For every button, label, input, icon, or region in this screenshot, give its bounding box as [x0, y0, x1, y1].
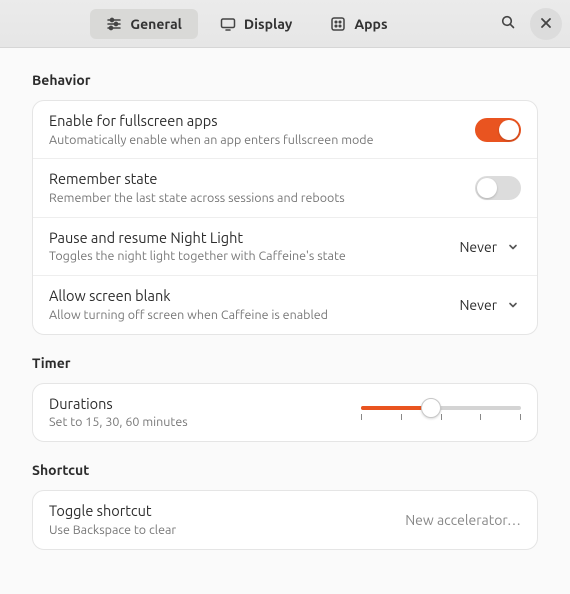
tab-general[interactable]: General: [90, 9, 198, 39]
dropdown-value: Never: [459, 297, 497, 313]
tab-label: General: [130, 16, 182, 32]
row-title: Enable for fullscreen apps: [49, 111, 475, 131]
row-title: Toggle shortcut: [49, 501, 405, 521]
chevron-down-icon: [507, 241, 519, 253]
night-light-dropdown[interactable]: Never: [459, 239, 521, 255]
remember-toggle[interactable]: [475, 176, 521, 200]
row-night-light[interactable]: Pause and resume Night Light Toggles the…: [33, 218, 537, 276]
timer-group: Durations Set to 15, 30, 60 minutes: [32, 383, 538, 442]
row-text: Durations Set to 15, 30, 60 minutes: [49, 394, 361, 431]
row-subtitle: Use Backspace to clear: [49, 522, 405, 539]
row-toggle-shortcut[interactable]: Toggle shortcut Use Backspace to clear N…: [33, 491, 537, 548]
section-title-behavior: Behavior: [32, 72, 538, 88]
sliders-icon: [106, 16, 122, 32]
behavior-group: Enable for fullscreen apps Automatically…: [32, 100, 538, 335]
row-text: Pause and resume Night Light Toggles the…: [49, 228, 459, 265]
row-fullscreen-apps: Enable for fullscreen apps Automatically…: [33, 101, 537, 159]
row-subtitle: Remember the last state across sessions …: [49, 190, 475, 207]
section-title-timer: Timer: [32, 355, 538, 371]
row-subtitle: Set to 15, 30, 60 minutes: [49, 414, 361, 431]
slider-ticks: [361, 414, 521, 420]
tab-label: Apps: [354, 16, 387, 32]
row-text: Remember state Remember the last state a…: [49, 169, 475, 206]
tab-apps[interactable]: Apps: [314, 9, 403, 39]
row-title: Allow screen blank: [49, 286, 459, 306]
chevron-down-icon: [507, 299, 519, 311]
row-text: Allow screen blank Allow turning off scr…: [49, 286, 459, 323]
row-title: Pause and resume Night Light: [49, 228, 459, 248]
row-text: Enable for fullscreen apps Automatically…: [49, 111, 475, 148]
close-button[interactable]: [530, 8, 562, 40]
dropdown-value: Never: [459, 239, 497, 255]
fullscreen-toggle[interactable]: [475, 118, 521, 142]
content-area: Behavior Enable for fullscreen apps Auto…: [0, 48, 570, 594]
durations-slider[interactable]: [361, 398, 521, 426]
section-title-shortcut: Shortcut: [32, 462, 538, 478]
view-switcher: General Display Apps: [8, 9, 486, 39]
row-subtitle: Automatically enable when an app enters …: [49, 132, 475, 149]
shortcut-group: Toggle shortcut Use Backspace to clear N…: [32, 490, 538, 549]
apps-icon: [330, 16, 346, 32]
screen-blank-dropdown[interactable]: Never: [459, 297, 521, 313]
search-icon: [500, 14, 516, 33]
row-remember-state: Remember state Remember the last state a…: [33, 159, 537, 217]
search-button[interactable]: [492, 8, 524, 40]
titlebar: General Display Apps: [0, 0, 570, 48]
accelerator-value[interactable]: New accelerator…: [405, 512, 521, 528]
row-title: Remember state: [49, 169, 475, 189]
row-screen-blank[interactable]: Allow screen blank Allow turning off scr…: [33, 276, 537, 333]
slider-thumb[interactable]: [421, 398, 441, 418]
row-title: Durations: [49, 394, 361, 414]
tab-display[interactable]: Display: [204, 9, 308, 39]
close-icon: [540, 16, 552, 32]
display-icon: [220, 16, 236, 32]
row-text: Toggle shortcut Use Backspace to clear: [49, 501, 405, 538]
tab-label: Display: [244, 16, 292, 32]
row-subtitle: Allow turning off screen when Caffeine i…: [49, 307, 459, 324]
row-subtitle: Toggles the night light together with Ca…: [49, 248, 459, 265]
row-durations: Durations Set to 15, 30, 60 minutes: [33, 384, 537, 441]
header-actions: [492, 8, 562, 40]
